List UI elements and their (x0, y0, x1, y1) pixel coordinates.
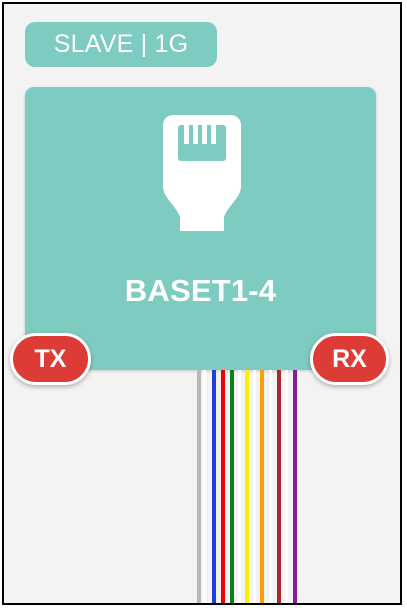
wire-brown (277, 370, 281, 603)
ethernet-port-icon (163, 115, 241, 231)
wire-white-2 (238, 370, 241, 603)
wire-purple (293, 370, 297, 603)
cable-wires (197, 370, 320, 603)
wire-yellow (245, 370, 249, 603)
wire-red (221, 370, 225, 603)
wire-white (203, 370, 206, 603)
mode-badge: SLAVE | 1G (25, 22, 217, 67)
wire-blue (212, 370, 216, 603)
wire-white-4 (269, 370, 272, 603)
rx-badge[interactable]: RX (310, 333, 389, 385)
wire-white-5 (285, 370, 288, 603)
tx-badge[interactable]: TX (10, 333, 91, 385)
wire-white-3 (253, 370, 256, 603)
port-name: BASET1-4 (124, 273, 277, 308)
wire-orange (260, 370, 264, 603)
wire-green (230, 370, 234, 603)
wire-gray (197, 370, 201, 603)
